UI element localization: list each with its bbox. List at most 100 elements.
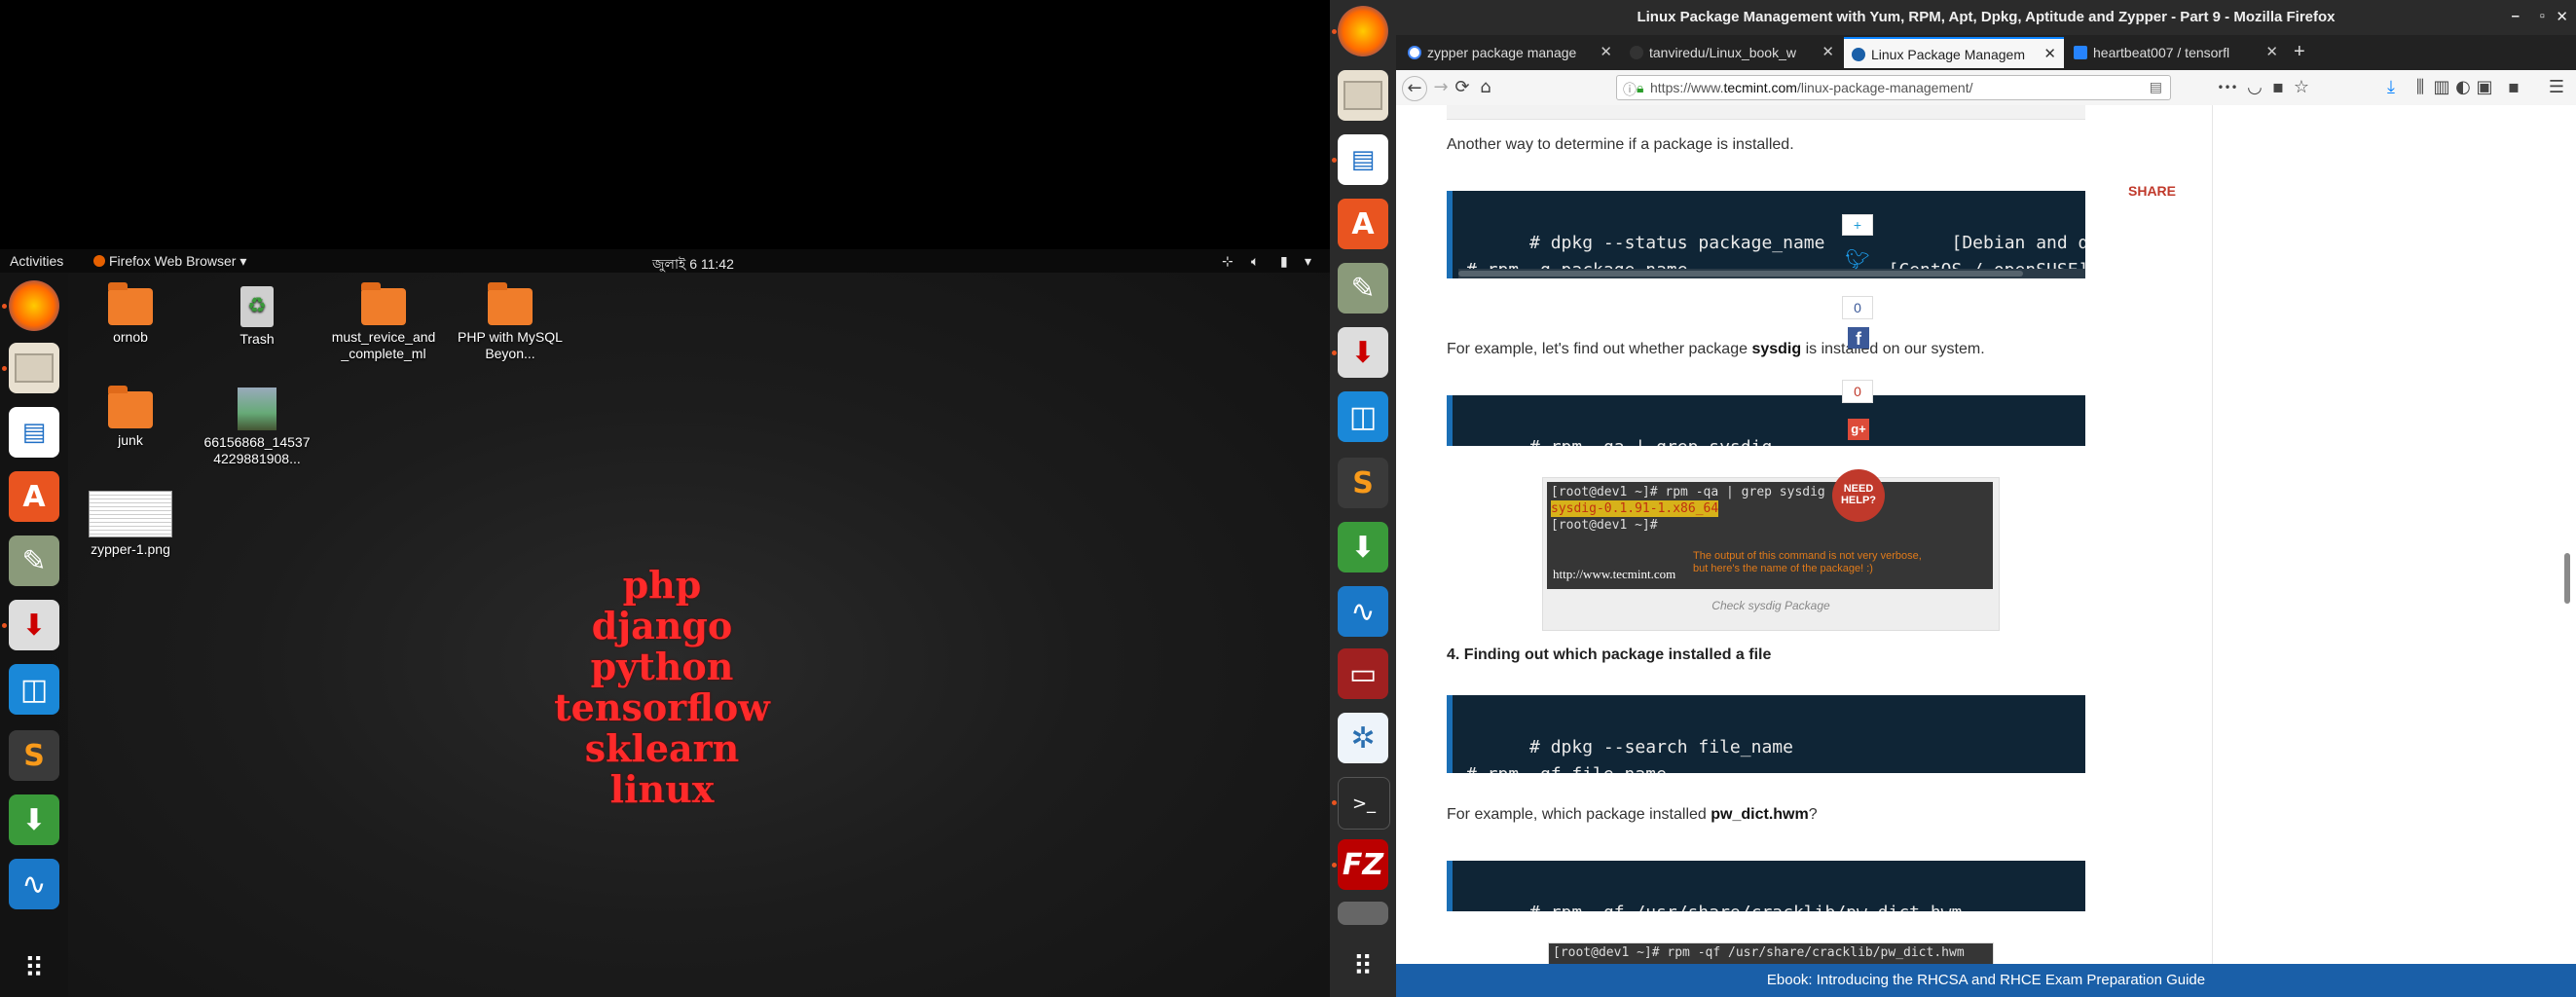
forward-button[interactable]: → [1429,76,1453,99]
save-page-icon[interactable]: ▪ [2502,76,2525,99]
info-icon[interactable]: ⓘ [1623,80,1637,99]
downloads-icon[interactable]: ⤓ [2379,76,2403,99]
hamburger-menu-icon[interactable]: ☰ [2545,76,2568,99]
code-text: # rpm -qf /usr/share/cracklib/pw_dict.hw… [1529,903,1962,911]
apps-grid-icon[interactable]: ⠿ [1338,941,1388,991]
writer-icon[interactable]: ▤ [9,407,59,458]
new-tab-button[interactable]: + [2294,41,2305,63]
container-icon[interactable]: ▣ [2473,76,2496,99]
desktop-trash[interactable]: ♻ Trash [199,286,315,348]
app-menu[interactable]: Firefox Web Browser ▾ [93,253,246,270]
app-icon[interactable]: ◫ [9,664,59,715]
sublime-icon[interactable]: S [9,730,59,781]
sync-icon[interactable]: ◐ [2451,76,2475,99]
tab-zypper[interactable]: zypper package manage ✕ [1400,37,1620,68]
left-dock: ▤ A ✎ ⬇ ◫ S ⬇ ∿ ⠿ [0,273,68,997]
activities-button[interactable]: Activities [10,253,63,269]
desktop-folder-junk[interactable]: junk [72,386,189,449]
twitter-count: 0 [1842,296,1873,319]
code-block-search-file[interactable]: # dpkg --search file_name # rpm -qf file… [1447,695,2085,773]
sidebar-icon[interactable]: ▥ [2430,76,2453,99]
installer-icon[interactable]: ⬇ [9,600,59,650]
google-plus-icon[interactable]: g+ [1848,419,1869,440]
desktop-folder-ornob[interactable]: ornob [72,282,189,346]
image-caption: Check sysdig Package [1711,599,1830,612]
code-block-rpm-qf[interactable]: # rpm -qf /usr/share/cracklib/pw_dict.hw… [1447,861,2085,911]
url-bar[interactable]: ⓘ 🔒︎ https://www.tecmint.com/linux-packa… [1616,75,2171,100]
need-help-button[interactable]: NEED HELP? [1832,469,1885,522]
software-center-icon[interactable]: A [9,471,59,522]
desktop-zypper-png[interactable]: zypper-1.png [72,491,189,558]
clock[interactable]: জুলাই 6 11:42 [652,253,734,277]
page-actions-button[interactable]: ••• [2216,76,2239,99]
bookmark-star-icon[interactable]: ☆ [2290,76,2313,99]
vertical-scrollbar-thumb[interactable] [2564,553,2570,604]
filezilla-icon[interactable]: FZ [1338,839,1388,890]
image-thumbnail-icon [89,491,172,537]
software-center-icon[interactable]: A [1338,199,1388,249]
library-icon[interactable]: ⫼ [2409,76,2432,99]
download-icon[interactable]: ⬇ [9,794,59,845]
terminal-line: [root@dev1 ~]# rpm -qa | grep sysdig [1551,485,1825,499]
firefox-icon[interactable] [9,280,59,331]
desktop-folder-php[interactable]: PHP with MySQL Beyon... [452,282,569,362]
tab-heartbeat-tensorflow[interactable]: heartbeat007 / tensorfl ✕ [2066,37,2286,68]
back-button[interactable]: ← [1402,76,1427,101]
horizontal-scrollbar[interactable] [1458,269,2085,278]
save-icon[interactable]: ▪ [2266,76,2290,99]
desktop-folder-ml[interactable]: must_revice_and_complete_ml [325,282,442,362]
download-icon[interactable]: ⬇ [1338,522,1388,572]
desktop-image-file[interactable]: 66156868_145374229881908... [199,388,315,467]
volume-icon[interactable]: 🔈︎ [1251,253,1259,270]
content-divider [2212,105,2213,997]
caret-down-icon[interactable]: ▾ [1305,253,1311,270]
reload-button[interactable]: ⟳ [1451,76,1474,99]
twitter-icon[interactable]: 🐦︎ [1842,247,1873,272]
installer-icon[interactable]: ⬇ [1338,327,1388,378]
network-icon[interactable]: ⊹ [1222,253,1233,270]
files-icon[interactable] [9,343,59,393]
maximize-button[interactable]: ▫ [2540,8,2545,24]
window-titlebar[interactable]: Linux Package Management with Yum, RPM, … [1396,0,2576,35]
folder-icon [361,282,406,325]
close-window-button[interactable]: ✕ [2556,8,2568,25]
close-tab-icon[interactable]: ✕ [1600,43,1612,60]
firefox-icon[interactable] [1338,6,1388,56]
home-button[interactable]: ⌂ [1474,76,1497,99]
editor-icon[interactable]: ✎ [1338,263,1388,314]
app-menu-caret-icon: ▾ [239,253,247,269]
files-icon[interactable] [1338,70,1388,121]
writer-icon[interactable]: ▤ [1338,134,1388,185]
ebook-footer-banner[interactable]: Ebook: Introducing the RHCSA and RHCE Ex… [1396,964,2576,997]
sublime-icon[interactable]: S [1338,458,1388,508]
app-icon[interactable]: ◫ [1338,391,1388,442]
monitor-icon[interactable]: ∿ [1338,586,1388,637]
facebook-icon[interactable]: f [1848,327,1869,349]
minimize-button[interactable]: – [2512,8,2520,24]
tab-label: zypper package manage [1427,45,1577,60]
battery-icon[interactable]: ▮ [1280,253,1288,270]
code-block-dpkg-status[interactable]: # dpkg --status package_name [Debian and… [1447,191,2085,278]
paragraph: For example, which package installed pw_… [1447,806,1818,824]
screenshot-tool-icon[interactable]: ▭ [1338,648,1388,699]
share-plus-button[interactable]: + [1842,214,1873,236]
code-text: # dpkg --search file_name # rpm -qf file… [1466,737,1793,773]
editor-icon[interactable]: ✎ [9,535,59,586]
close-tab-icon[interactable]: ✕ [2265,43,2278,60]
previous-screenshot-edge [1447,105,2085,120]
tab-linux-package-management[interactable]: Linux Package Managem ✕ [1844,37,2064,68]
close-tab-icon[interactable]: ✕ [1822,43,1834,60]
reader-view-icon[interactable]: ▤ [2150,79,2162,95]
tree-app-icon[interactable]: ✲ [1338,713,1388,763]
pocket-icon[interactable]: ◡ [2243,76,2266,99]
navigation-toolbar: ← → ⟳ ⌂ ⓘ 🔒︎ https://www.tecmint.com/lin… [1396,70,2576,106]
code-block-rpm-qa[interactable]: # rpm -qa | grep sysdig [1447,395,2085,446]
tab-github-linux-book[interactable]: tanviredu/Linux_book_w ✕ [1622,37,1842,68]
disk-icon[interactable] [1338,902,1388,925]
monitor-icon[interactable]: ∿ [9,859,59,909]
paragraph-bold: pw_dict.hwm [1711,806,1809,823]
terminal-icon[interactable]: >_ [1338,777,1390,830]
close-tab-icon[interactable]: ✕ [2043,45,2056,62]
apps-grid-icon[interactable]: ⠿ [9,942,59,993]
scrollbar-thumb[interactable] [1458,271,2023,277]
